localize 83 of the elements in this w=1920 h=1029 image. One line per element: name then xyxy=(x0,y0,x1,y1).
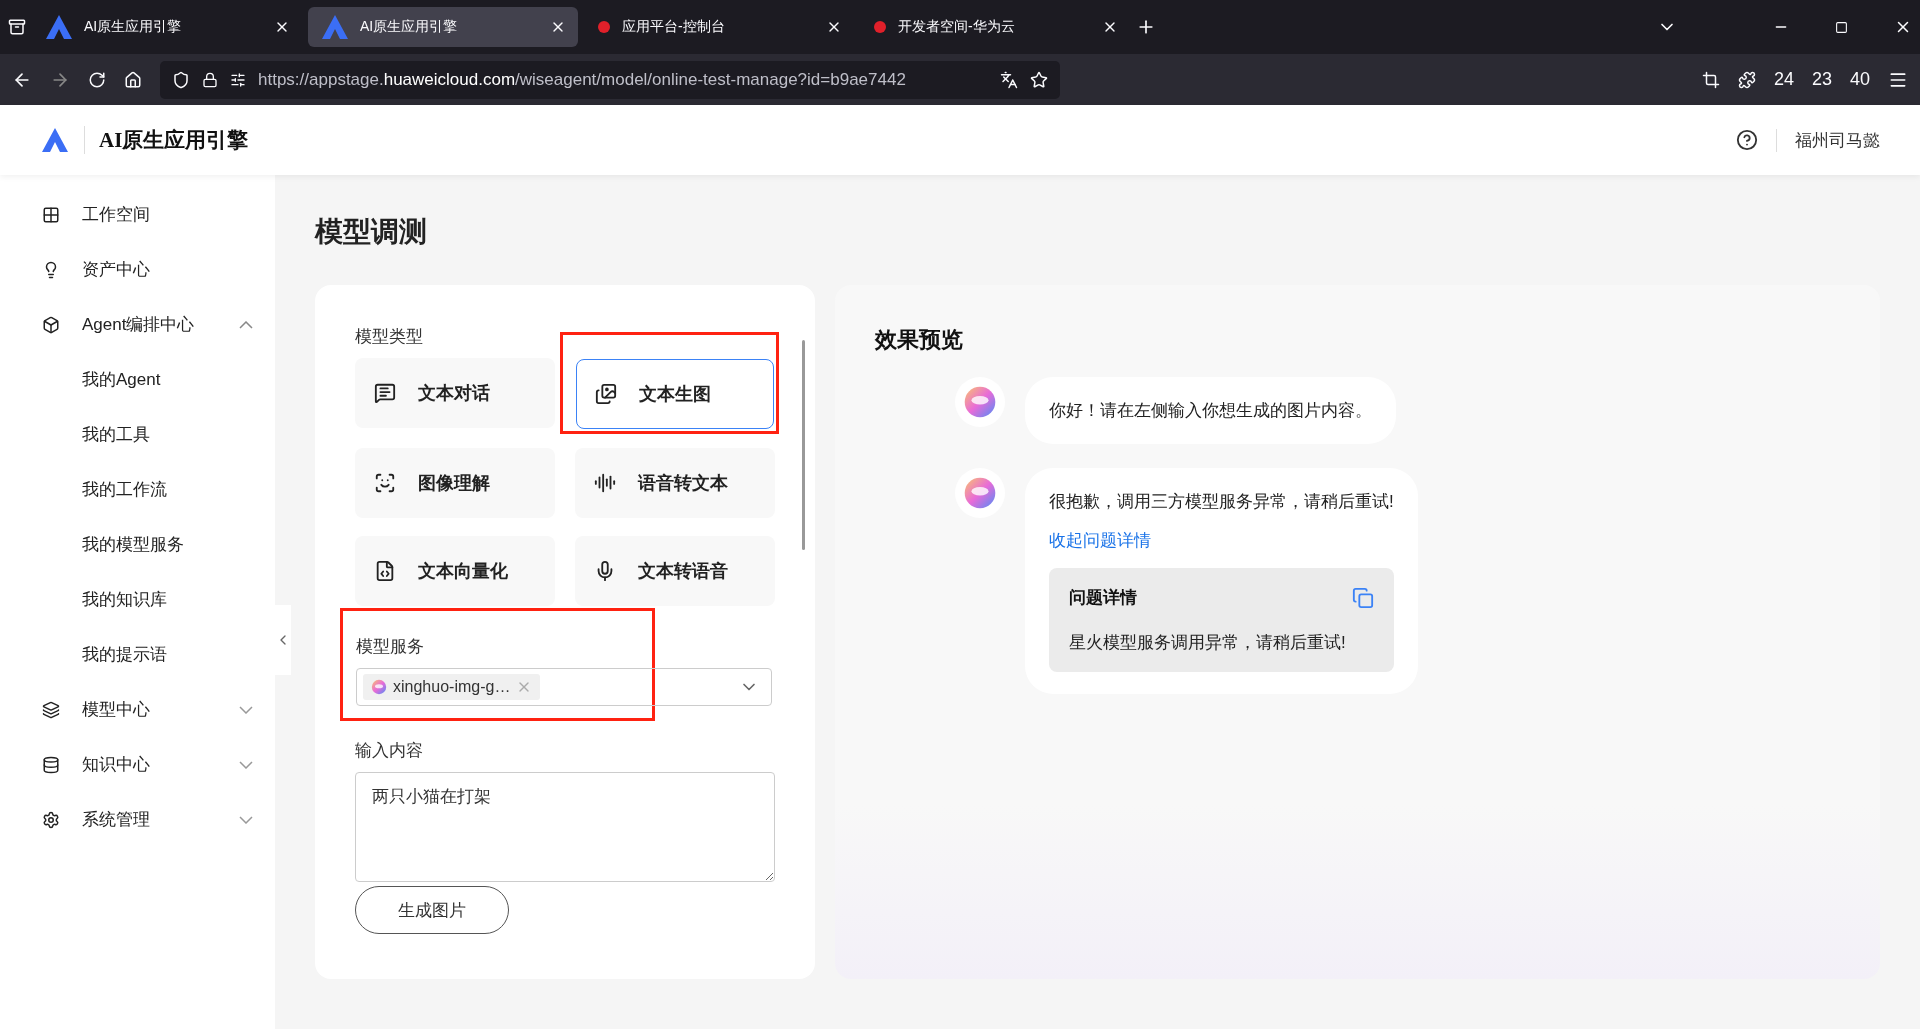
grid-icon xyxy=(42,205,60,224)
orb-icon xyxy=(963,385,997,419)
extension-count[interactable]: 23 xyxy=(1811,69,1832,90)
image-icon xyxy=(595,383,617,405)
sidebar-item[interactable]: 系统管理 xyxy=(0,792,275,847)
sidebar-label: 工作空间 xyxy=(82,204,151,226)
page-title: 模型调测 xyxy=(315,215,428,249)
scan-icon xyxy=(374,472,396,494)
help-icon[interactable] xyxy=(1736,129,1758,151)
layers-icon xyxy=(42,700,60,719)
generate-button[interactable]: 生成图片 xyxy=(355,886,509,934)
sidebar-subitem[interactable]: 我的知识库 xyxy=(0,572,275,627)
sidebar-subitem[interactable]: 我的Agent xyxy=(0,352,275,407)
sidebar-subitem[interactable]: 我的工具 xyxy=(0,407,275,462)
message-text: 你好！请在左侧输入你想生成的图片内容。 xyxy=(1049,400,1372,422)
puzzle-icon[interactable] xyxy=(1737,70,1756,89)
tab-title: AI原生应用引擎 xyxy=(84,18,183,36)
copy-icon[interactable] xyxy=(1351,586,1374,609)
translate-icon[interactable] xyxy=(1000,70,1018,89)
model-type-option[interactable]: 文本向量化 xyxy=(355,536,555,606)
collapse-details-link[interactable]: 收起问题详情 xyxy=(1049,529,1394,552)
prompt-input[interactable]: 两只小猫在打架 xyxy=(355,772,775,882)
browser-tab[interactable]: AI原生应用引擎 xyxy=(308,7,578,47)
sidebar-item[interactable]: 模型中心 xyxy=(0,682,275,737)
tab-title: 开发者空间-华为云 xyxy=(898,18,1016,36)
database-icon xyxy=(42,755,60,774)
details-title: 问题详情 xyxy=(1069,587,1137,609)
user-name[interactable]: 福州司马懿 xyxy=(1776,128,1880,152)
sidebar-subitem[interactable]: 我的模型服务 xyxy=(0,517,275,572)
tab-list-icon[interactable] xyxy=(8,18,26,36)
sidebar-label: 系统管理 xyxy=(82,809,151,831)
orb-icon xyxy=(963,476,997,510)
sidebar-item[interactable]: Agent编排中心 xyxy=(0,297,275,352)
orb-icon xyxy=(371,679,387,695)
sidebar-item[interactable]: 资产中心 xyxy=(0,242,275,297)
field-label: 输入内容 xyxy=(355,740,424,762)
tab-title: 应用平台-控制台 xyxy=(622,18,726,36)
restore-icon[interactable] xyxy=(1835,20,1848,34)
extension-count[interactable]: 40 xyxy=(1849,69,1870,90)
cube-icon xyxy=(42,315,60,334)
sidebar-subitem[interactable]: 我的提示语 xyxy=(0,627,275,682)
model-type-option[interactable]: 文本生图 xyxy=(576,359,774,429)
lock-icon xyxy=(202,71,218,88)
reload-icon[interactable] xyxy=(88,70,106,89)
sidebar-label: 资产中心 xyxy=(82,259,151,281)
message-text: 很抱歉，调用三方模型服务异常，请稍后重试! xyxy=(1049,491,1394,513)
chat-icon xyxy=(374,382,396,404)
tag-text: xinghuo-img-g… xyxy=(393,678,511,696)
sidebar-item[interactable]: 工作空间 xyxy=(0,187,275,242)
browser-tab[interactable]: 开发者空间-华为云 xyxy=(860,7,1130,47)
sidebar-label: Agent编排中心 xyxy=(82,314,196,336)
logo-icon xyxy=(40,126,70,154)
home-icon[interactable] xyxy=(124,70,142,89)
logo-icon xyxy=(44,13,74,41)
sound-wave-icon xyxy=(594,472,616,494)
bookmark-star-icon[interactable] xyxy=(1030,70,1048,89)
address-bar[interactable]: https://appstage.huaweicloud.com/wiseagent/model/online-test-manage?id=b9ae7442 xyxy=(160,60,1060,99)
settings-icon xyxy=(42,810,60,829)
sidebar-subitem[interactable]: 我的工作流 xyxy=(0,462,275,517)
details-text: 星火模型服务调用异常，请稍后重试! xyxy=(1069,632,1347,654)
model-type-option[interactable]: 图像理解 xyxy=(355,448,555,518)
sidebar-label: 模型中心 xyxy=(82,699,151,721)
tab-title: AI原生应用引擎 xyxy=(360,18,459,36)
model-type-option[interactable]: 文本对话 xyxy=(355,358,555,428)
permissions-icon xyxy=(230,71,246,88)
url-text: https://appstage.huaweicloud.com/wiseagent/model/online-test-manage?id=b9ae7442 xyxy=(258,69,907,90)
browser-tab[interactable]: AI原生应用引擎 xyxy=(32,7,302,47)
crop-icon[interactable] xyxy=(1701,70,1720,89)
collapse-handle[interactable] xyxy=(275,605,291,675)
preview-title: 效果预览 xyxy=(875,326,964,354)
logo-icon xyxy=(320,13,350,41)
field-label: 模型类型 xyxy=(355,326,424,348)
model-type-option[interactable]: 语音转文本 xyxy=(575,448,775,518)
sidebar-label: 知识中心 xyxy=(82,754,151,776)
app-title: AI原生应用引擎 xyxy=(84,126,249,154)
model-type-option[interactable]: 文本转语音 xyxy=(575,536,775,606)
sidebar-item[interactable]: 知识中心 xyxy=(0,737,275,792)
service-select[interactable]: xinghuo-img-g… xyxy=(356,668,772,706)
shield-icon xyxy=(172,70,190,89)
field-label: 模型服务 xyxy=(356,636,425,658)
browser-tab[interactable]: 应用平台-控制台 xyxy=(584,7,854,47)
extension-count[interactable]: 24 xyxy=(1773,69,1794,90)
code-file-icon xyxy=(374,560,396,582)
